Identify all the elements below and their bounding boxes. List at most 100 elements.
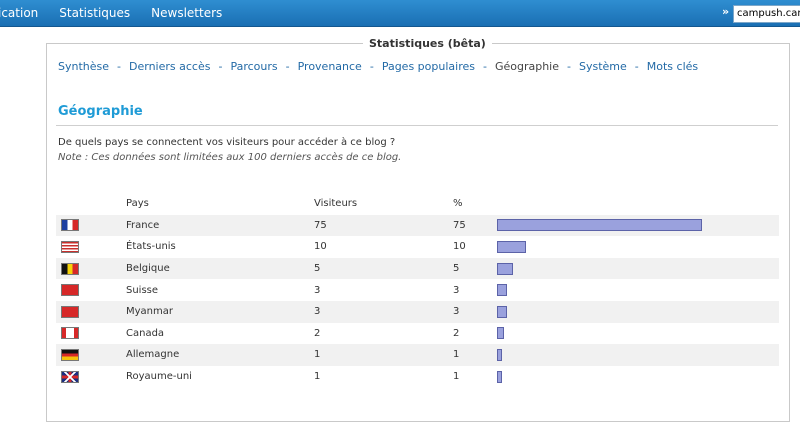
tab-geographie-active: Géographie [494, 60, 559, 73]
tab-separator: - [482, 60, 487, 73]
table-row: Royaume-uni 1 1 [56, 366, 779, 388]
bar-cell [497, 344, 779, 366]
flag-cell [56, 215, 126, 237]
header-percent: % [453, 198, 463, 210]
flag-cell [56, 279, 126, 301]
flag-usa-icon [61, 240, 79, 253]
share-bar [497, 262, 513, 275]
tab-provenance[interactable]: Provenance [298, 60, 362, 73]
bar-cell [497, 236, 779, 258]
visitors-cell: 2 [314, 327, 321, 339]
percent-cell: 10 [453, 241, 466, 253]
table-row: Allemagne 1 1 [56, 344, 779, 366]
share-bar [497, 284, 507, 297]
table-row: Canada 2 2 [56, 323, 779, 345]
tab-separator: - [634, 60, 639, 73]
header-visitors: Visiteurs [314, 198, 358, 210]
bar-cell [497, 279, 779, 301]
blog-selector[interactable]: campush.cana [733, 5, 800, 23]
flag-cell [56, 236, 126, 258]
table-row: France 75 75 [56, 214, 779, 237]
visitors-cell: 5 [314, 263, 321, 275]
top-nav-item-application[interactable]: ication [0, 6, 38, 20]
country-cell: France [126, 219, 160, 231]
panel-title: Statistiques (bêta) [363, 37, 492, 50]
flag-cell [56, 323, 126, 345]
table-row: Belgique 5 5 [56, 257, 779, 280]
flag-france-icon [61, 219, 79, 232]
flag-uk-icon [61, 370, 79, 383]
double-arrow-icon[interactable]: » [722, 5, 729, 18]
share-bar [497, 327, 504, 340]
flag-cell [56, 366, 126, 388]
visitors-cell: 3 [314, 306, 321, 318]
top-nav-item-newsletters[interactable]: Newsletters [151, 6, 222, 20]
flag-cell [56, 258, 126, 280]
bar-cell [497, 366, 779, 388]
country-cell: Myanmar [126, 306, 173, 318]
country-cell: Royaume-uni [126, 371, 192, 383]
flag-cell [56, 344, 126, 366]
tab-mots-cles[interactable]: Mots clés [647, 60, 698, 73]
country-cell: Canada [126, 327, 165, 339]
country-cell: États-unis [126, 241, 176, 253]
header-country: Pays [126, 198, 149, 210]
bar-cell [497, 215, 779, 237]
section-question: De quels pays se connectent vos visiteur… [58, 137, 396, 148]
tab-separator: - [218, 60, 223, 73]
flag-switzerland-icon [61, 284, 79, 297]
header-bar [497, 193, 779, 215]
top-nav: ication Statistiques Newsletters [0, 0, 243, 26]
percent-cell: 5 [453, 263, 460, 275]
percent-cell: 75 [453, 219, 466, 231]
flag-germany-icon [61, 348, 79, 361]
bar-cell [497, 301, 779, 323]
share-bar [497, 370, 502, 383]
percent-cell: 1 [453, 349, 460, 361]
country-cell: Allemagne [126, 349, 180, 361]
share-bar [497, 240, 526, 253]
country-cell: Suisse [126, 284, 159, 296]
visitors-cell: 1 [314, 371, 321, 383]
bar-cell [497, 258, 779, 280]
flag-belgium-icon [61, 262, 79, 275]
tab-separator: - [567, 60, 571, 73]
percent-cell: 2 [453, 327, 460, 339]
table-row: Suisse 3 3 [56, 279, 779, 301]
tab-derniers-acces[interactable]: Derniers accès [129, 60, 210, 73]
tab-separator: - [117, 60, 121, 73]
flag-myanmar-icon [61, 305, 79, 318]
percent-cell: 1 [453, 371, 460, 383]
tab-synthese[interactable]: Synthèse [58, 60, 109, 73]
tab-parcours[interactable]: Parcours [230, 60, 277, 73]
table-row: États-unis 10 10 [56, 236, 779, 258]
flag-canada-icon [61, 327, 79, 340]
section-note: Note : Ces données sont limitées aux 100… [58, 152, 402, 163]
tab-systeme[interactable]: Système [579, 60, 627, 73]
tab-pages-populaires[interactable]: Pages populaires [382, 60, 475, 73]
divider [56, 125, 778, 126]
share-bar [497, 348, 502, 361]
visitors-cell: 3 [314, 284, 321, 296]
percent-cell: 3 [453, 284, 460, 296]
visitors-cell: 75 [314, 219, 327, 231]
tab-separator: - [285, 60, 290, 73]
visitors-cell: 10 [314, 241, 327, 253]
geography-table: Pays Visiteurs % France 75 75 États-unis 10 1… [56, 193, 779, 387]
bar-cell [497, 323, 779, 345]
table-row: Myanmar 3 3 [56, 300, 779, 323]
stats-subnav: Synthèse - Derniers accès - Parcours - Provena… [58, 60, 698, 73]
table-body: France 75 75 États-unis 10 10 Belgique 5 5 Suisse… [56, 214, 779, 388]
header-flag [56, 193, 126, 215]
table-header-row: Pays Visiteurs % [56, 193, 779, 215]
percent-cell: 3 [453, 306, 460, 318]
tab-separator: - [369, 60, 374, 73]
country-cell: Belgique [126, 263, 170, 275]
top-nav-bar: ication Statistiques Newsletters » campu… [0, 0, 800, 27]
visitors-cell: 1 [314, 349, 321, 361]
share-bar [497, 219, 702, 232]
share-bar [497, 305, 507, 318]
top-nav-item-statistiques[interactable]: Statistiques [59, 6, 130, 20]
flag-cell [56, 301, 126, 323]
section-title: Géographie [58, 104, 143, 119]
